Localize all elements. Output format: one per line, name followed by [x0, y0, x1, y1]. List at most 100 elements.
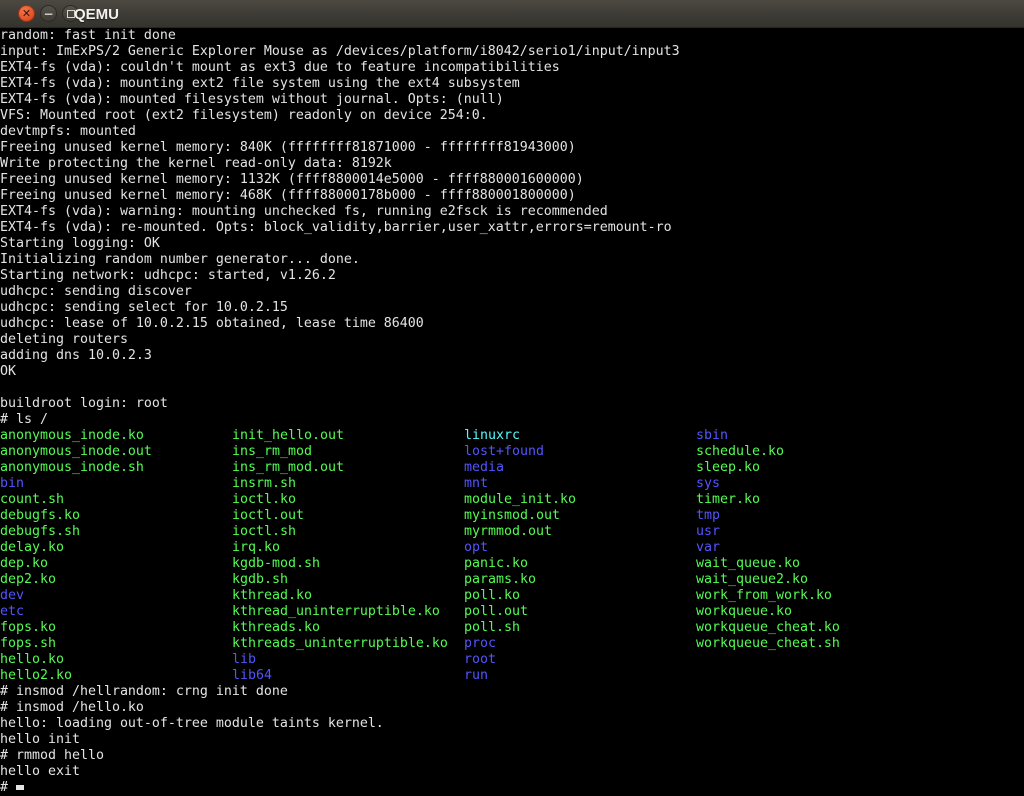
- terminal-line: OK: [0, 364, 1024, 380]
- ls-row: delay.koirq.kooptvar: [0, 540, 1024, 556]
- file-entry: dep2.ko: [0, 572, 232, 588]
- terminal-line: Initializing random number generator... …: [0, 252, 1024, 268]
- ls-row: dep2.kokgdb.shparams.kowait_queue2.ko: [0, 572, 1024, 588]
- terminal-line: adding dns 10.0.2.3: [0, 348, 1024, 364]
- file-entry: kgdb-mod.sh: [232, 556, 464, 572]
- file-entry: kthread.ko: [232, 588, 464, 604]
- terminal-line: EXT4-fs (vda): couldn't mount as ext3 du…: [0, 60, 1024, 76]
- ls-row: debugfs.koioctl.outmyinsmod.outtmp: [0, 508, 1024, 524]
- terminal-line: Starting network: udhcpc: started, v1.26…: [0, 268, 1024, 284]
- terminal-line: udhcpc: lease of 10.0.2.15 obtained, lea…: [0, 316, 1024, 332]
- close-icon: ✕: [22, 8, 31, 19]
- ls-row: devkthread.kopoll.kowork_from_work.ko: [0, 588, 1024, 604]
- terminal-line: Freeing unused kernel memory: 1132K (fff…: [0, 172, 1024, 188]
- file-entry: etc: [0, 604, 232, 620]
- file-entry: timer.ko: [696, 492, 928, 508]
- file-entry: ins_rm_mod.out: [232, 460, 464, 476]
- file-entry: debugfs.sh: [0, 524, 232, 540]
- terminal-line: udhcpc: sending discover: [0, 284, 1024, 300]
- file-entry: sbin: [696, 428, 928, 444]
- file-entry: kgdb.sh: [232, 572, 464, 588]
- file-entry: schedule.ko: [696, 444, 928, 460]
- ls-row: fops.kokthreads.kopoll.shworkqueue_cheat…: [0, 620, 1024, 636]
- file-entry: lib64: [232, 668, 464, 684]
- file-entry: delay.ko: [0, 540, 232, 556]
- file-entry: params.ko: [464, 572, 696, 588]
- file-entry: kthreads_uninterruptible.ko: [232, 636, 464, 652]
- terminal-line: input: ImExPS/2 Generic Explorer Mouse a…: [0, 44, 1024, 60]
- file-entry: lib: [232, 652, 464, 668]
- ls-row: anonymous_inode.koinit_hello.outlinuxrcs…: [0, 428, 1024, 444]
- file-entry: init_hello.out: [232, 428, 464, 444]
- shell-prompt: #: [0, 780, 16, 795]
- file-entry: tmp: [696, 508, 928, 524]
- file-entry: anonymous_inode.sh: [0, 460, 232, 476]
- terminal-line: EXT4-fs (vda): mounting ext2 file system…: [0, 76, 1024, 92]
- file-entry: lost+found: [464, 444, 696, 460]
- qemu-window: ✕ − QEMU random: fast init doneinput: Im…: [0, 0, 1024, 796]
- terminal-line: # ls /: [0, 412, 1024, 428]
- file-entry: kthreads.ko: [232, 620, 464, 636]
- file-entry: sleep.ko: [696, 460, 928, 476]
- file-entry: debugfs.ko: [0, 508, 232, 524]
- terminal-line: EXT4-fs (vda): warning: mounting uncheck…: [0, 204, 1024, 220]
- file-entry: ioctl.sh: [232, 524, 464, 540]
- file-entry: workqueue.ko: [696, 604, 928, 620]
- file-entry: kthread_uninterruptible.ko: [232, 604, 464, 620]
- file-entry: work_from_work.ko: [696, 588, 928, 604]
- ls-row: hello.kolibroot: [0, 652, 1024, 668]
- terminal-line: EXT4-fs (vda): mounted filesystem withou…: [0, 92, 1024, 108]
- file-entry: sys: [696, 476, 928, 492]
- terminal-line: hello: loading out-of-tree module taints…: [0, 716, 1024, 732]
- window-title: QEMU: [74, 0, 119, 28]
- file-entry: ioctl.ko: [232, 492, 464, 508]
- file-entry: bin: [0, 476, 232, 492]
- file-entry: root: [464, 652, 696, 668]
- file-entry: poll.sh: [464, 620, 696, 636]
- close-button[interactable]: ✕: [18, 5, 35, 22]
- terminal-line: Freeing unused kernel memory: 468K (ffff…: [0, 188, 1024, 204]
- file-entry: workqueue_cheat.ko: [696, 620, 928, 636]
- minimize-icon: −: [43, 8, 53, 20]
- ls-row: count.shioctl.komodule_init.kotimer.ko: [0, 492, 1024, 508]
- file-entry: wait_queue2.ko: [696, 572, 928, 588]
- boot-log: random: fast init doneinput: ImExPS/2 Ge…: [0, 28, 1024, 428]
- terminal-line: random: fast init done: [0, 28, 1024, 44]
- file-entry: insrm.sh: [232, 476, 464, 492]
- terminal-line: Freeing unused kernel memory: 840K (ffff…: [0, 140, 1024, 156]
- ls-row: debugfs.shioctl.shmyrmmod.outusr: [0, 524, 1024, 540]
- terminal-line: # insmod /hellrandom: crng init done: [0, 684, 1024, 700]
- terminal-line: VFS: Mounted root (ext2 filesystem) read…: [0, 108, 1024, 124]
- file-entry: ioctl.out: [232, 508, 464, 524]
- terminal-line: hello init: [0, 732, 1024, 748]
- file-entry: workqueue_cheat.sh: [696, 636, 928, 652]
- terminal-line: deleting routers: [0, 332, 1024, 348]
- terminal-line: # rmmod hello: [0, 748, 1024, 764]
- file-entry: module_init.ko: [464, 492, 696, 508]
- terminal-line: devtmpfs: mounted: [0, 124, 1024, 140]
- minimize-button[interactable]: −: [40, 5, 57, 22]
- file-entry: irq.ko: [232, 540, 464, 556]
- ls-output: anonymous_inode.koinit_hello.outlinuxrcs…: [0, 428, 1024, 684]
- file-entry: dev: [0, 588, 232, 604]
- file-entry: proc: [464, 636, 696, 652]
- terminal-line: buildroot login: root: [0, 396, 1024, 412]
- file-entry: var: [696, 540, 928, 556]
- file-entry: wait_queue.ko: [696, 556, 928, 572]
- file-entry: run: [464, 668, 696, 684]
- file-entry: ins_rm_mod: [232, 444, 464, 460]
- text-cursor: [16, 785, 24, 790]
- terminal-screen[interactable]: random: fast init doneinput: ImExPS/2 Ge…: [0, 28, 1024, 796]
- ls-row: hello2.kolib64run: [0, 668, 1024, 684]
- terminal-line: EXT4-fs (vda): re-mounted. Opts: block_v…: [0, 220, 1024, 236]
- file-entry: fops.ko: [0, 620, 232, 636]
- terminal-line: # insmod /hello.ko: [0, 700, 1024, 716]
- file-entry: poll.out: [464, 604, 696, 620]
- file-entry: linuxrc: [464, 428, 696, 444]
- file-entry: count.sh: [0, 492, 232, 508]
- terminal-line: Write protecting the kernel read-only da…: [0, 156, 1024, 172]
- terminal-line: hello exit: [0, 764, 1024, 780]
- file-entry: media: [464, 460, 696, 476]
- shell-output: # insmod /hellrandom: crng init done# in…: [0, 684, 1024, 780]
- file-entry: hello.ko: [0, 652, 232, 668]
